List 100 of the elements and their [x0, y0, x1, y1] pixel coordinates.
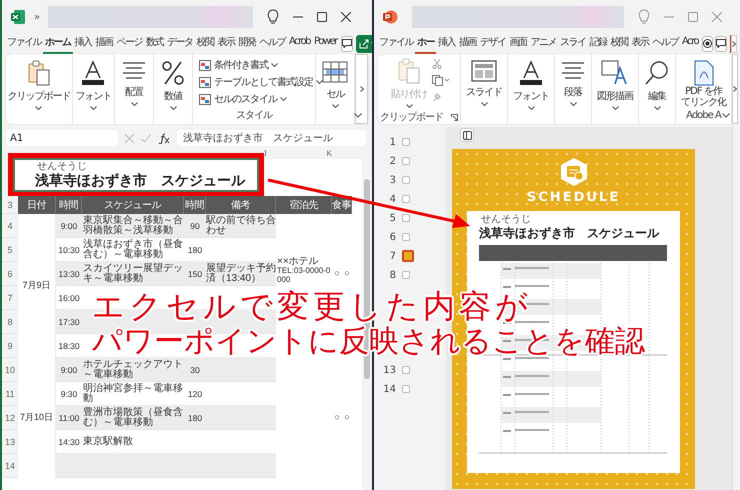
lightbulb-icon[interactable] [267, 9, 280, 25]
row-number[interactable]: 8 [2, 310, 18, 334]
ribbon-tab[interactable]: ページ [114, 34, 144, 54]
row-number[interactable]: 11 [2, 382, 18, 406]
ribbon-tab[interactable]: 表示 [630, 34, 650, 54]
slide-thumbnail[interactable] [402, 233, 410, 241]
slide-thumbnail[interactable] [402, 366, 410, 374]
comments-button[interactable] [340, 36, 353, 52]
ribbon-tab[interactable]: デザイ [478, 34, 508, 54]
ribbon-tab[interactable]: 数式 [144, 34, 165, 54]
more-tabs-button[interactable] [731, 34, 737, 52]
row-number[interactable]: 6 [2, 262, 18, 286]
slide-number[interactable]: 4 [380, 194, 396, 204]
slide-thumbnail[interactable] [402, 250, 414, 262]
caret-icon [130, 102, 138, 106]
sheet-title: 浅草寺ほおずき市 スケジュール [35, 172, 246, 188]
row-number[interactable]: 3 [2, 196, 18, 214]
slide-thumbnail[interactable] [402, 157, 410, 165]
ribbon-tab[interactable]: ファイル [5, 34, 43, 54]
ribbon-button[interactable]: フォント [510, 58, 552, 112]
ribbon-button[interactable]: 編集 [641, 58, 673, 112]
slide-thumbnail[interactable] [402, 138, 410, 146]
row-number[interactable]: 13 [2, 430, 18, 454]
spreadsheet-app-icon[interactable] [10, 9, 26, 25]
presentation-app-icon[interactable] [382, 9, 398, 25]
create-pdf-button[interactable]: PDF を作 てリンク化 [678, 58, 729, 110]
ribbon-button[interactable]: 条件付き書式 [197, 57, 280, 73]
cancel-icon[interactable] [125, 134, 134, 142]
slide-number[interactable]: 14 [380, 384, 396, 394]
slide-number[interactable]: 5 [380, 212, 396, 224]
row-number[interactable]: 10 [2, 358, 18, 382]
ribbon-tab[interactable]: データ [165, 34, 194, 54]
slide-number[interactable]: 7 [380, 250, 396, 262]
ribbon-button[interactable]: セルのスタイル [197, 91, 290, 107]
ribbon-button[interactable]: スライド [463, 58, 505, 108]
ribbon-tab[interactable]: 描画 [457, 34, 478, 54]
row-number[interactable]: 12 [2, 406, 18, 430]
ribbon-tab[interactable]: Acrob [287, 35, 312, 52]
slide-number[interactable]: 13 [380, 364, 396, 376]
calendar-clock-icon [560, 157, 588, 187]
row-number[interactable]: 7 [2, 286, 18, 310]
slide-thumbnail[interactable] [402, 214, 410, 222]
table-cell-text: ○ [343, 267, 351, 280]
slide-number[interactable]: 3 [380, 174, 396, 186]
scissors-icon[interactable] [432, 58, 442, 69]
ribbon-button[interactable]: クリップボード [4, 58, 74, 112]
slide-number[interactable]: 6 [380, 232, 396, 242]
ribbon-tab[interactable]: ファイル [377, 34, 415, 54]
table-cell-text: 30 [189, 364, 201, 377]
ribbon-button[interactable]: 数値 [158, 58, 188, 112]
ribbon-tab[interactable]: 校閲 [194, 34, 216, 54]
function-icon[interactable] [158, 132, 170, 144]
ribbon-tab[interactable]: 挿入 [72, 34, 94, 54]
ruby-text: せんそうじ [37, 162, 88, 172]
ribbon-tab[interactable]: Power [312, 35, 339, 52]
ribbon-button[interactable]: フォント [72, 58, 114, 112]
ribbon-tab[interactable]: 描画 [94, 34, 114, 54]
ribbon-tab[interactable]: アニメ [528, 34, 558, 54]
ribbon-tab[interactable]: 挿入 [436, 34, 457, 54]
paintbrush-icon[interactable] [432, 92, 442, 103]
slide-thumbnail[interactable] [402, 176, 410, 184]
ruby-text: せんそうじ [481, 215, 531, 225]
slide-thumbnail[interactable] [402, 271, 410, 279]
ribbon-tab[interactable]: ヘルプ [650, 34, 680, 54]
caret-icon [406, 104, 412, 108]
row-number[interactable]: 5 [2, 238, 18, 262]
row-number[interactable]: 14 [2, 454, 18, 478]
collapse-ribbon-icon[interactable] [354, 113, 362, 118]
ribbon-tab[interactable]: 開発 [236, 34, 258, 54]
pane-toggle-button[interactable] [460, 128, 474, 142]
row-number[interactable]: 4 [2, 214, 18, 238]
slide-number[interactable]: 2 [380, 156, 396, 166]
ribbon-button[interactable]: 段落 [557, 58, 589, 108]
ribbon-tab[interactable]: Acro [680, 35, 700, 52]
maximize-icon[interactable] [317, 12, 328, 22]
slide-thumbnail[interactable] [402, 195, 410, 203]
slide-thumbnail[interactable] [402, 385, 410, 393]
close-icon[interactable] [341, 12, 352, 22]
ribbon-button[interactable]: 配置 [118, 58, 150, 108]
ribbon-tab[interactable]: 画面 [508, 34, 528, 54]
ribbon-tab[interactable]: 表示 [216, 34, 236, 54]
comments-button[interactable] [715, 36, 728, 52]
row-number[interactable]: 9 [2, 334, 18, 358]
name-box[interactable]: A1 [6, 130, 118, 146]
ribbon-tab[interactable]: スライ [558, 34, 588, 54]
record-button[interactable] [702, 36, 714, 52]
checkmark-icon[interactable] [141, 134, 151, 142]
copy-icon[interactable] [432, 75, 450, 86]
slide-number[interactable]: 8 [380, 270, 396, 280]
slide-number[interactable]: 1 [380, 136, 396, 148]
collapse-ribbon-icon[interactable] [722, 113, 730, 118]
column-header[interactable]: K [326, 149, 332, 159]
table-cell-text: 180 [186, 244, 204, 257]
quick-access-chevron[interactable]: » [34, 12, 40, 22]
dialog-launcher-icon[interactable] [451, 114, 458, 120]
ribbon-tab[interactable]: ヘルプ [258, 34, 287, 54]
ribbon-button[interactable]: 図形描画 [594, 58, 636, 112]
ribbon-tab[interactable]: 記録 [588, 34, 608, 54]
ribbon-tab[interactable]: 校閲 [608, 34, 630, 54]
formula-field[interactable]: 浅草寺ほおずき市 スケジュール [177, 130, 366, 146]
